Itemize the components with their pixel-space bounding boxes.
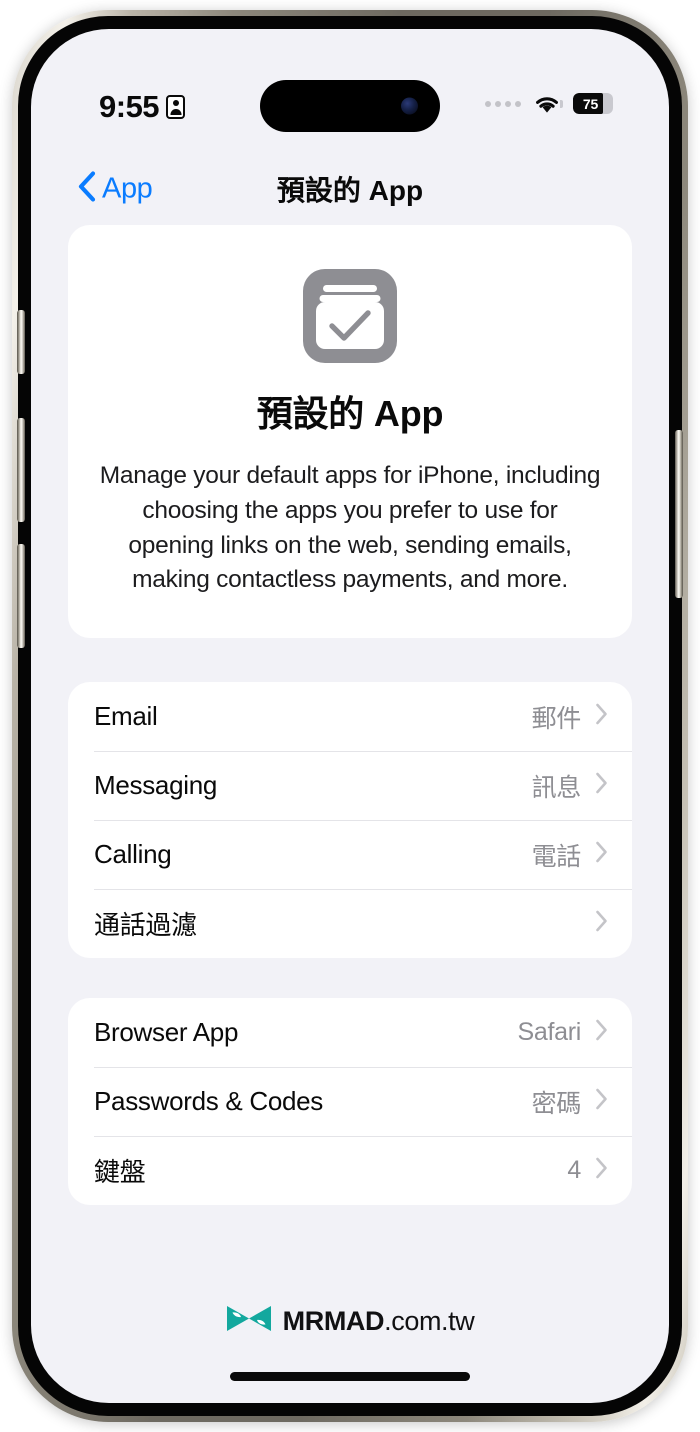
row-value: 訊息 [531,773,582,802]
row-browser-app[interactable]: Browser App Safari [68,998,632,1067]
chevron-left-icon [77,171,96,208]
communication-group: Email 郵件 Messaging 訊息 Calling 電話 通話過濾 [68,682,632,959]
row-label: Browser App [94,1017,239,1048]
battery-tip [560,99,563,108]
hero-description: Manage your default apps for iPhone, inc… [99,462,601,594]
row-label: 鍵盤 [94,1157,146,1188]
phone-bezel: 9:55 75 App 預設的 App 預設的 App Manage your … [18,16,682,1416]
screen: 9:55 75 App 預設的 App 預設的 App Manage your … [31,29,669,1403]
chevron-right-icon [595,1019,608,1046]
page-title: 預設的 App [276,175,424,206]
status-bar: 9:55 75 [31,29,669,132]
home-indicator[interactable] [230,1372,470,1381]
chevron-right-icon [595,841,608,868]
row-value: 4 [567,1156,581,1185]
chevron-right-icon [595,910,608,937]
nav-bar: App 預設的 App [31,161,669,217]
battery-icon: 75 [573,93,613,114]
row-keyboard[interactable]: 鍵盤 4 [68,1136,632,1205]
wifi-icon [533,93,561,114]
row-call-filtering[interactable]: 通話過濾 [68,889,632,958]
row-value: 電話 [531,842,582,871]
settings-content: 預設的 App Manage your default apps for iPh… [31,225,669,1403]
watermark-text: MRMAD.com.tw [283,1306,475,1337]
signal-dots-icon [485,100,521,107]
chevron-right-icon [595,703,608,730]
row-value: Safari [517,1018,581,1047]
row-label: Calling [94,839,172,870]
row-messaging[interactable]: Messaging 訊息 [68,751,632,820]
row-value: 郵件 [531,704,582,733]
row-label: Messaging [94,770,218,801]
back-button[interactable]: App [77,171,153,208]
watermark-brand: MRMAD [282,1305,385,1336]
camera-lens-icon [401,97,418,115]
dynamic-island[interactable] [260,80,440,132]
row-label: Passwords & Codes [94,1086,324,1117]
back-button-label: App [102,172,153,205]
power-button[interactable] [675,430,683,598]
row-label: Email [94,701,158,732]
chevron-right-icon [595,1088,608,1115]
watermark: MRMAD.com.tw [31,1303,669,1339]
row-label: 通話過濾 [94,910,197,941]
hero-title: 預設的 App [256,393,444,434]
row-value: 密碼 [531,1089,582,1118]
watermark-domain: .com.tw [384,1305,475,1336]
volume-down-button[interactable] [17,544,25,648]
id-badge-icon [166,94,186,119]
volume-up-button[interactable] [17,418,25,522]
phone-frame: 9:55 75 App 預設的 App 預設的 App Manage your … [12,10,688,1422]
status-indicators: 75 [485,93,613,114]
default-apps-icon [303,269,397,363]
battery-level: 75 [582,95,599,112]
mrmad-logo-icon [226,1303,272,1339]
status-time-group: 9:55 [99,89,186,124]
row-calling[interactable]: Calling 電話 [68,820,632,889]
row-email[interactable]: Email 郵件 [68,682,632,751]
browser-passwords-group: Browser App Safari Passwords & Codes 密碼 [68,998,632,1206]
hero-card: 預設的 App Manage your default apps for iPh… [68,225,632,639]
chevron-right-icon [595,1157,608,1184]
row-passwords-codes[interactable]: Passwords & Codes 密碼 [68,1067,632,1136]
chevron-right-icon [595,772,608,799]
action-button[interactable] [17,310,25,374]
status-time: 9:55 [99,89,160,124]
